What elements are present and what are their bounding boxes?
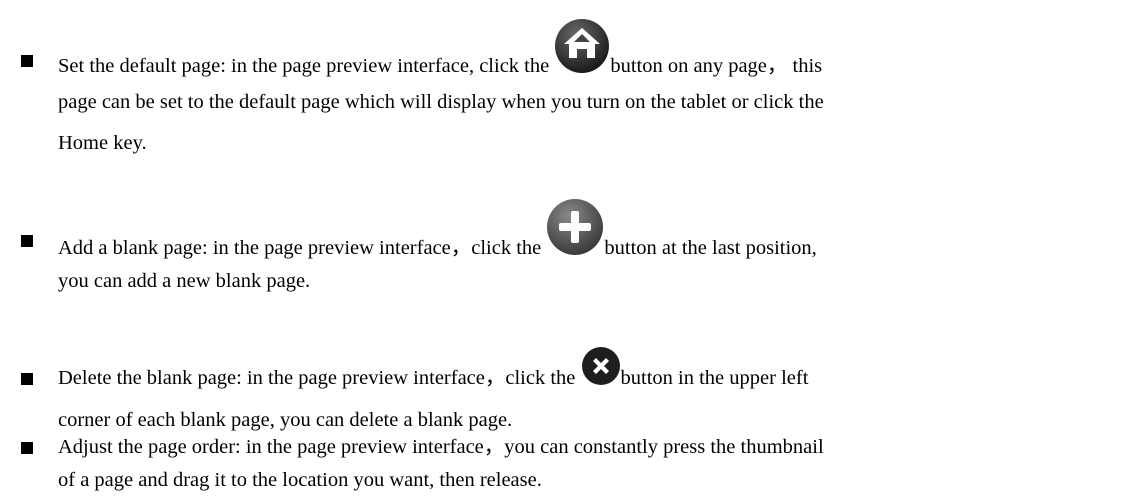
bullet-list: Set the default page: in the page previe… bbox=[0, 0, 1126, 497]
home-icon bbox=[554, 18, 610, 74]
close-icon bbox=[581, 346, 621, 386]
item-text: Delete the blank page: in the page previ… bbox=[58, 367, 581, 389]
item-text: button in the upper left bbox=[620, 367, 809, 389]
item-text: button at the last position, bbox=[604, 237, 817, 259]
item-line: Delete the blank page: in the page previ… bbox=[58, 347, 809, 390]
plus-icon bbox=[546, 198, 604, 256]
item-line: of a page and drag it to the location yo… bbox=[58, 469, 542, 491]
item-text: button on any page， this bbox=[610, 55, 823, 77]
item-line: Set the default page: in the page previe… bbox=[58, 19, 823, 78]
item-line: Add a blank page: in the page preview in… bbox=[58, 199, 817, 260]
item-line: you can add a new blank page. bbox=[58, 270, 311, 292]
item-line: Adjust the page order: in the page previ… bbox=[58, 436, 824, 458]
bullet-marker bbox=[21, 442, 33, 454]
bullet-marker bbox=[21, 55, 33, 67]
item-text: Set the default page: in the page previe… bbox=[58, 55, 555, 77]
bullet-marker bbox=[21, 235, 33, 247]
item-text: Add a blank page: in the page preview in… bbox=[58, 237, 547, 259]
item-line: page can be set to the default page whic… bbox=[58, 91, 824, 113]
item-line: Home key. bbox=[58, 132, 147, 154]
item-line: corner of each blank page, you can delet… bbox=[58, 409, 513, 431]
bullet-marker bbox=[21, 373, 33, 385]
